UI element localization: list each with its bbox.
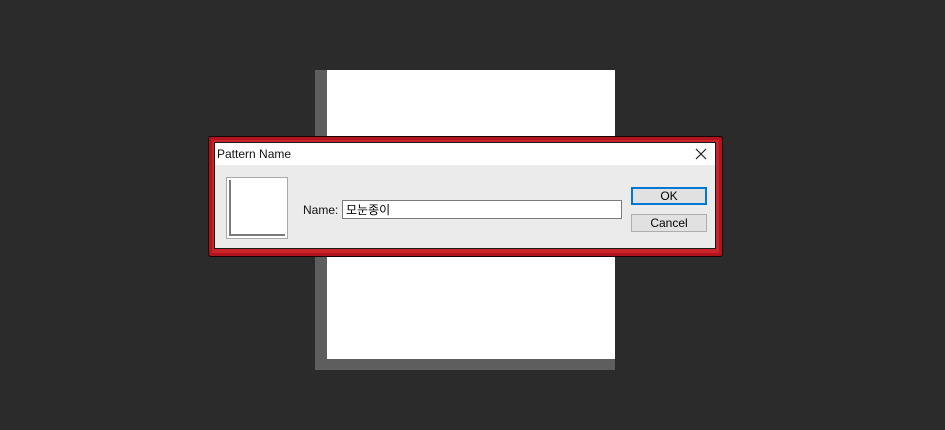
dialog-titlebar: Pattern Name — [215, 143, 715, 165]
close-icon — [695, 148, 707, 160]
pattern-name-input[interactable] — [342, 200, 622, 219]
cancel-button[interactable]: Cancel — [631, 214, 707, 232]
ok-button[interactable]: OK — [631, 187, 707, 205]
pattern-name-dialog: Pattern Name Name: OK Cancel — [214, 142, 716, 249]
dialog-title: Pattern Name — [217, 147, 292, 161]
pattern-preview — [226, 177, 288, 239]
name-label: Name: — [303, 203, 339, 217]
close-button[interactable] — [693, 146, 709, 162]
pattern-preview-thumbnail — [229, 180, 285, 236]
